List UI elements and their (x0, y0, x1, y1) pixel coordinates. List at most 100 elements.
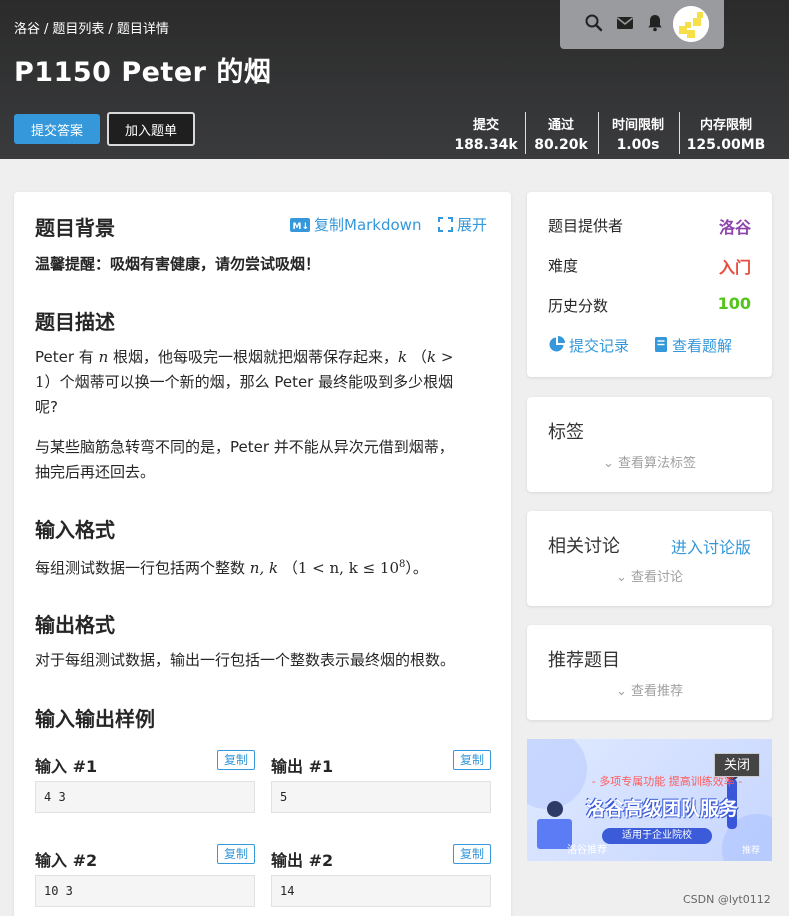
mail-icon[interactable] (615, 13, 635, 33)
description-paragraph-2-line2: 抽完后再还回去。 (35, 463, 156, 481)
stat-value: 188.34k (454, 137, 518, 153)
svg-text:M↓: M↓ (293, 222, 310, 232)
math-paren: ） (44, 373, 60, 391)
text: 根烟，他每吸完一根烟就把烟蒂保存起来， (113, 348, 399, 366)
copy-input-button[interactable]: 复制 (217, 844, 255, 864)
submit-answer-button[interactable]: 提交答案 (14, 114, 100, 144)
chevron-down-icon: ⌄ (615, 570, 631, 585)
sample-output-box[interactable]: 14 (271, 875, 491, 907)
book-icon (654, 336, 668, 357)
enter-discussion-link[interactable]: 进入讨论版 (671, 534, 751, 558)
markdown-icon: M↓ (290, 218, 310, 236)
description-paragraph-2: 与某些脑筋急转弯不同的是，Peter 并不能从异次元借到烟蒂， (35, 438, 454, 456)
recommend-title: 推荐题目 (548, 650, 620, 671)
text: 每组测试数据一行包括两个整数 (35, 559, 246, 577)
tags-title: 标签 (548, 422, 584, 443)
provider-value[interactable]: 洛谷 (719, 214, 751, 238)
description-heading: 题目描述 (35, 310, 115, 334)
input-format-text: 每组测试数据一行包括两个整数 n, k （1 < n, k ≤ 108）。 (35, 552, 505, 581)
submissions-link[interactable]: 提交记录 (548, 335, 629, 357)
stat-label: 内存限制 (699, 118, 752, 133)
copy-output-button[interactable]: 复制 (453, 750, 491, 770)
expand-button[interactable]: 展开 (438, 214, 487, 236)
problem-info-card: 题目提供者 洛谷 难度 入门 历史分数 100 提交记录 查看题解 (527, 192, 772, 377)
stat-value: 80.20k (534, 137, 588, 153)
stat-value: 1.00s (616, 137, 660, 153)
sample-output-label: 输出 #2 (271, 851, 334, 870)
expand-label: 展开 (457, 216, 488, 234)
recommend-card: 推荐题目 ⌄ 查看推荐 (527, 625, 772, 720)
input-format-heading: 输入格式 (35, 518, 115, 542)
expand-icon (438, 217, 453, 236)
samples-heading: 输入输出样例 (35, 707, 155, 731)
pie-chart-icon (548, 336, 565, 357)
breadcrumb-luogu[interactable]: 洛谷 (14, 22, 40, 37)
copy-markdown-button[interactable]: M↓ 复制Markdown (290, 214, 421, 236)
stat-accepted: 通过 80.20k (521, 114, 601, 153)
sample-input-box[interactable]: 10 3 (35, 875, 255, 907)
search-icon[interactable] (584, 13, 604, 33)
chevron-down-icon: ⌄ (615, 684, 631, 699)
math-k: k (426, 348, 437, 366)
show-discussion-link[interactable]: ⌄ 查看讨论 (527, 566, 772, 585)
sample-input-label: 输入 #2 (35, 851, 98, 870)
ad-corner-text-2: 推荐 (742, 846, 761, 856)
math-n: n (98, 348, 109, 366)
description-paragraph-1: Peter 有 n 根烟，他每吸完一根烟就把烟蒂保存起来，k （k > (35, 345, 495, 370)
difficulty-value: 入门 (718, 258, 751, 277)
show-recommend-label: 查看推荐 (631, 684, 684, 699)
show-tags-label: 查看算法标签 (618, 456, 697, 471)
sample-output-label: 输出 #1 (271, 757, 334, 776)
breadcrumb-problem-list[interactable]: 题目列表 (52, 22, 104, 37)
show-discussion-label: 查看讨论 (631, 570, 684, 585)
chevron-down-icon: ⌄ (602, 456, 618, 471)
breadcrumb-separator: / (108, 22, 113, 37)
discussion-title: 相关讨论 (548, 536, 620, 557)
avatar-image (673, 6, 709, 42)
watermark: CSDN @lyt0112 (683, 893, 771, 906)
output-format-text: 对于每组测试数据，输出一行包括一个整数表示最终烟的根数。 (35, 651, 456, 669)
breadcrumb-problem-detail: 题目详情 (116, 22, 169, 37)
stat-submissions: 提交 188.34k (446, 114, 526, 153)
output-format-heading: 输出格式 (35, 613, 115, 637)
add-to-list-button[interactable]: 加入题单 (107, 112, 195, 146)
math-one: 1 (35, 373, 45, 391)
math-vars: n, k (249, 559, 279, 577)
stat-label: 提交 (472, 118, 499, 133)
background-heading: 题目背景 (35, 216, 115, 240)
stat-label: 时间限制 (611, 118, 664, 133)
text: 个烟蒂可以换一个新的烟，那么 Peter 最终能吸到多少根烟 (59, 373, 454, 391)
stat-time-limit: 时间限制 1.00s (598, 114, 678, 153)
breadcrumb: 洛谷 / 题目列表 / 题目详情 (14, 18, 169, 37)
copy-input-button[interactable]: 复制 (217, 750, 255, 770)
show-recommend-link[interactable]: ⌄ 查看推荐 (527, 680, 772, 699)
stat-divider (679, 112, 680, 154)
stat-value: 125.00MB (686, 137, 766, 153)
breadcrumb-separator: / (44, 22, 49, 37)
copy-markdown-label: 复制Markdown (314, 216, 422, 234)
tags-card: 标签 ⌄ 查看算法标签 (527, 397, 772, 492)
math-condition: （1 < n, k ≤ 10 (282, 559, 400, 577)
copy-output-button[interactable]: 复制 (453, 844, 491, 864)
show-tags-link[interactable]: ⌄ 查看算法标签 (527, 452, 772, 471)
score-label: 历史分数 (548, 297, 609, 315)
solutions-link[interactable]: 查看题解 (654, 335, 732, 357)
score-value: 100 (717, 294, 751, 313)
sample-input-box[interactable]: 4 3 (35, 781, 255, 813)
avatar[interactable] (673, 6, 709, 42)
difficulty-label: 难度 (548, 257, 579, 275)
stat-memory-limit: 内存限制 125.00MB (686, 114, 766, 153)
ad-corner-text: 洛谷推荐 (567, 845, 607, 856)
description-paragraph-1-line2: 1）个烟蒂可以换一个新的烟，那么 Peter 最终能吸到多少根烟 (35, 370, 495, 395)
solutions-link-label: 查看题解 (672, 337, 733, 355)
submissions-link-label: 提交记录 (569, 337, 630, 355)
stat-label: 通过 (547, 118, 574, 133)
sample-output-box[interactable]: 5 (271, 781, 491, 813)
math-paren: （ (411, 348, 427, 366)
sample-input-label: 输入 #1 (35, 757, 98, 776)
bell-icon[interactable] (645, 13, 665, 33)
math-gt: > (440, 348, 454, 366)
close-ad-button[interactable]: 关闭 (714, 753, 760, 777)
math-k: k (398, 348, 408, 366)
ad-line-2: 洛谷高级团队服务 (585, 798, 738, 820)
